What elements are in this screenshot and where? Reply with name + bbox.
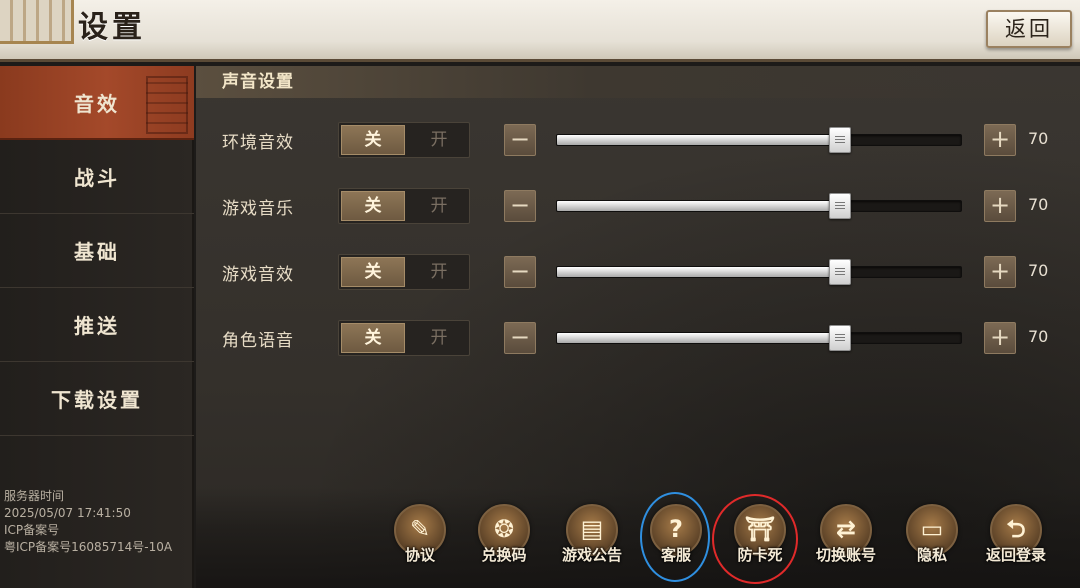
toggle-off-option[interactable]: 关 (341, 191, 405, 221)
slider-thumb[interactable] (828, 127, 851, 153)
volume-increase-button[interactable]: + (984, 322, 1016, 354)
volume-value: 70 (1028, 195, 1049, 214)
bottom-label: 返回登录 (985, 546, 1046, 564)
toggle-on-option[interactable]: 开 (409, 191, 469, 221)
server-time-label: 服务器时间 (4, 489, 65, 503)
bottom-label: 兑换码 (481, 546, 527, 564)
sidebar-item-basic[interactable]: 基础 (0, 214, 194, 288)
toggle-on-option[interactable]: 开 (409, 257, 469, 287)
page-title: 设置 (78, 10, 146, 45)
volume-slider[interactable] (556, 325, 962, 351)
title-bar: 设置 返回 (0, 0, 1080, 62)
icp-label: ICP备案号 (4, 523, 60, 537)
privacy-button[interactable]: ▭ 隐私 (892, 504, 972, 576)
slider-fill (557, 201, 840, 211)
sidebar-item-sound[interactable]: 音效 (0, 66, 194, 140)
sidebar-item-push[interactable]: 推送 (0, 288, 194, 362)
section-title: 声音设置 (196, 66, 1080, 98)
toggle-off-option[interactable]: 关 (341, 257, 405, 287)
server-time-value: 2025/05/07 17:41:50 (4, 506, 131, 520)
volume-increase-button[interactable]: + (984, 124, 1016, 156)
redeem-code-button[interactable]: ❂ 兑换码 (464, 504, 544, 576)
slider-fill (557, 333, 840, 343)
row-label: 游戏音效 (222, 265, 294, 285)
toggle-off-option[interactable]: 关 (341, 323, 405, 353)
title-ornament (0, 0, 74, 44)
toggle-switch[interactable]: 关 开 (338, 188, 470, 224)
volume-decrease-button[interactable]: − (504, 256, 536, 288)
agreement-button[interactable]: ✎ 协议 (380, 504, 460, 576)
volume-slider[interactable] (556, 127, 962, 153)
slider-thumb[interactable] (828, 193, 851, 219)
sound-row: 角色语音 关 开 − + 70 (196, 320, 1080, 356)
back-button[interactable]: 返回 (986, 10, 1072, 48)
sidebar-item-download[interactable]: 下载设置 (0, 362, 194, 436)
volume-slider[interactable] (556, 259, 962, 285)
highlight-circle-red (712, 494, 798, 584)
toggle-switch[interactable]: 关 开 (338, 122, 470, 158)
row-label: 环境音效 (222, 133, 294, 153)
return-login-button[interactable]: ⮌ 返回登录 (976, 504, 1056, 576)
toggle-switch[interactable]: 关 开 (338, 320, 470, 356)
switch-account-button[interactable]: ⇄ 切换账号 (806, 504, 886, 576)
sidebar-item-combat[interactable]: 战斗 (0, 140, 194, 214)
sound-row: 游戏音效 关 开 − + 70 (196, 254, 1080, 290)
volume-decrease-button[interactable]: − (504, 190, 536, 222)
volume-value: 70 (1028, 129, 1049, 148)
toggle-on-option[interactable]: 开 (409, 323, 469, 353)
volume-increase-button[interactable]: + (984, 190, 1016, 222)
row-label: 游戏音乐 (222, 199, 294, 219)
volume-increase-button[interactable]: + (984, 256, 1016, 288)
server-info: 服务器时间 2025/05/07 17:41:50 ICP备案号 粤ICP备案号… (4, 488, 172, 556)
slider-fill (557, 135, 840, 145)
announcement-button[interactable]: ▤ 游戏公告 (552, 504, 632, 576)
icp-value: 粤ICP备案号16085714号-10A (4, 540, 173, 554)
highlight-circle-blue (640, 492, 710, 582)
sound-row: 环境音效 关 开 − + 70 (196, 122, 1080, 158)
bottom-toolbar: ✎ 协议 ❂ 兑换码 ▤ 游戏公告 ? 客服 ⛩ 防卡死 ⇄ 切换账号 ▭ 隐私… (196, 488, 1080, 588)
sound-row: 游戏音乐 关 开 − + 70 (196, 188, 1080, 224)
volume-decrease-button[interactable]: − (504, 322, 536, 354)
row-label: 角色语音 (222, 331, 294, 351)
toggle-switch[interactable]: 关 开 (338, 254, 470, 290)
volume-value: 70 (1028, 327, 1049, 346)
volume-slider[interactable] (556, 193, 962, 219)
toggle-off-option[interactable]: 关 (341, 125, 405, 155)
slider-fill (557, 267, 840, 277)
slider-thumb[interactable] (828, 325, 851, 351)
slider-thumb[interactable] (828, 259, 851, 285)
volume-decrease-button[interactable]: − (504, 124, 536, 156)
volume-value: 70 (1028, 261, 1049, 280)
bottom-label: 切换账号 (815, 546, 876, 564)
toggle-on-option[interactable]: 开 (409, 125, 469, 155)
